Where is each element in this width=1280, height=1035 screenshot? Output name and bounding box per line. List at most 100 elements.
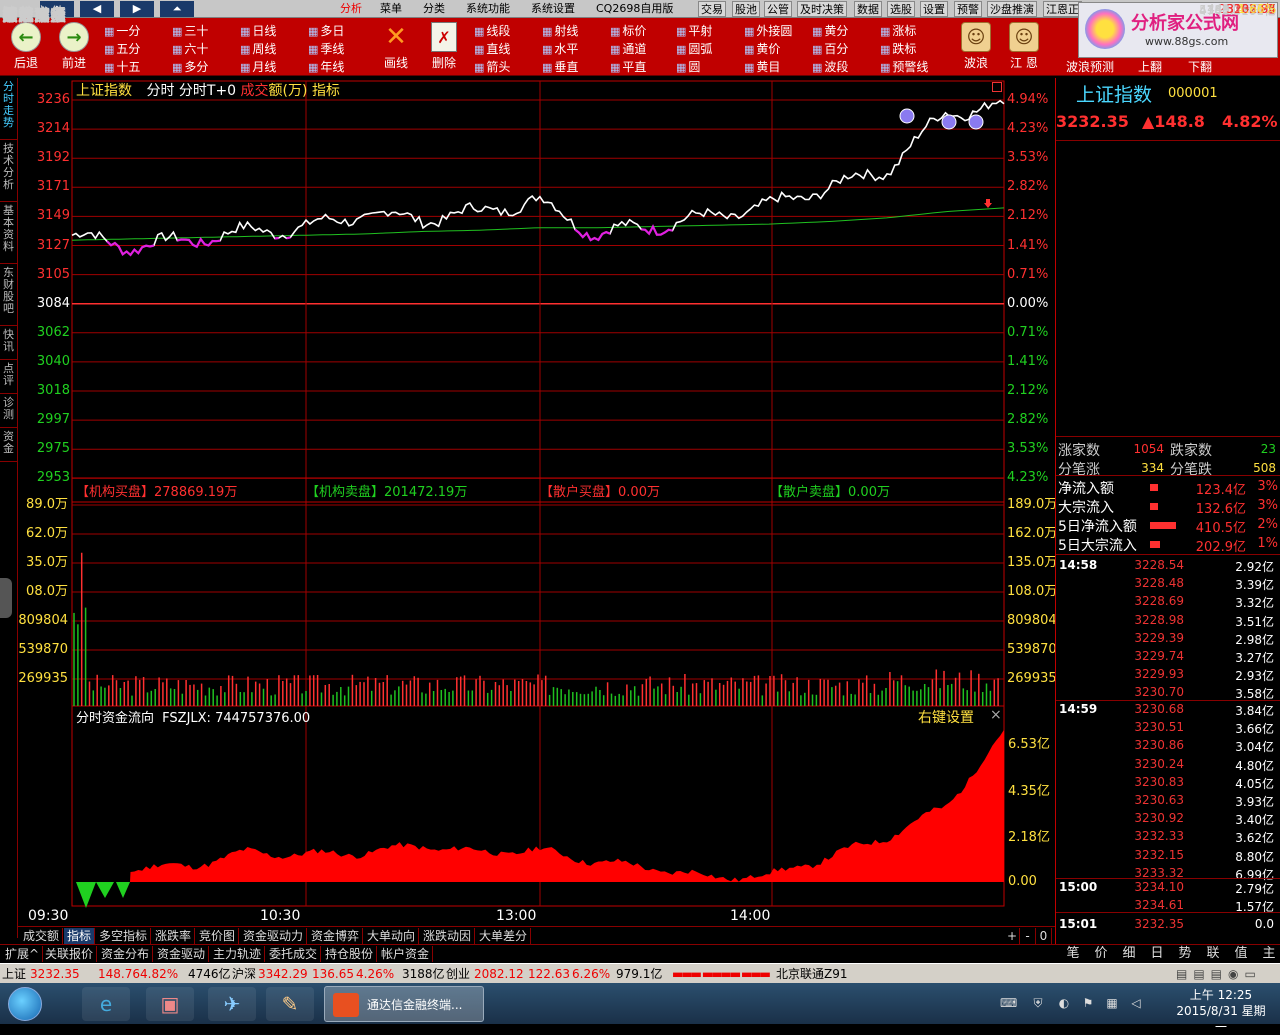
price-tick-right: 2.12%: [1007, 208, 1049, 224]
price-tick-right: 0.00%: [1007, 295, 1049, 311]
index-name: 上证指数: [76, 83, 132, 99]
indicator-tab[interactable]: 多空指标: [96, 928, 152, 944]
indicator-tab[interactable]: 资金博弈: [308, 928, 364, 944]
breadth-value: 508: [1253, 461, 1276, 475]
right-tab[interactable]: 主: [1254, 946, 1280, 962]
keyboard-icon[interactable]: ⌨: [1000, 995, 1017, 1011]
indicator-tab[interactable]: 涨跌动因: [420, 928, 476, 944]
network-icon[interactable]: ▦: [1104, 995, 1120, 1011]
right-tab[interactable]: 细: [1114, 946, 1144, 962]
cy-name[interactable]: 创业: [446, 964, 470, 984]
right-tab[interactable]: 值: [1226, 946, 1256, 962]
paint-icon[interactable]: ▣: [146, 987, 194, 1021]
quote-percent: 4.82%: [1222, 112, 1278, 131]
price-tick-left: 3127: [36, 237, 70, 253]
extension-tab[interactable]: 持仓股份: [322, 946, 378, 962]
netflow-bar: [1150, 484, 1158, 491]
netflow-value: 123.4亿: [1195, 483, 1246, 498]
ie-icon[interactable]: e: [82, 987, 130, 1021]
vol-tick-left: 08.0万: [26, 584, 68, 599]
extension-tab[interactable]: 帐户资金: [378, 946, 434, 962]
close-icon[interactable]: ×: [990, 707, 1002, 723]
right-tab[interactable]: 势: [1170, 946, 1200, 962]
cy-change: 122.63: [528, 967, 570, 981]
right-click-settings[interactable]: 右键设置: [918, 707, 974, 727]
indicator-ctrl-button[interactable]: 0: [1036, 928, 1052, 944]
tick-volume: 2.98亿: [1235, 632, 1274, 647]
bird-icon[interactable]: ✈: [208, 987, 256, 1021]
netflow-percent: 1%: [1257, 536, 1278, 551]
shield-icon[interactable]: ⛨: [1030, 995, 1046, 1011]
right-tab[interactable]: 价: [1086, 946, 1116, 962]
tick-volume: 3.66亿: [1235, 722, 1274, 737]
indicator-ctrl-button[interactable]: -: [1020, 928, 1036, 944]
price-tick-right: 2.82%: [1007, 179, 1049, 195]
taskbar: e ▣ ✈ ✎ 通达信金融终端... ⌨ ⛨ ◐ ⚑ ▦ ◁ 上午 12:25 …: [0, 983, 1280, 1034]
hs-name[interactable]: 沪深: [232, 964, 256, 984]
netflow-bar: [1150, 541, 1160, 548]
volume-icon[interactable]: ◁: [1128, 995, 1144, 1011]
institution-buy: 【机构买盘】278869.19万: [76, 485, 238, 500]
up-arrow-icon: [984, 199, 992, 208]
page-down-button[interactable]: 下翻: [1180, 58, 1220, 75]
indicator-tab[interactable]: 大单差分: [476, 928, 532, 944]
taskbar-app-tdx[interactable]: 通达信金融终端...: [324, 986, 484, 1022]
app-tray-icon[interactable]: ◐: [1056, 995, 1072, 1011]
wave-forecast-button[interactable]: 波浪预测: [1060, 58, 1120, 75]
indicator-tab[interactable]: 涨跌率: [152, 928, 196, 944]
extension-tab[interactable]: 资金分布: [98, 946, 154, 962]
sh-percent: 4.82%: [140, 967, 179, 981]
page-up-button[interactable]: 上翻: [1130, 58, 1170, 75]
logo-url: www.88gs.com: [1145, 35, 1229, 48]
right-tab[interactable]: 联: [1198, 946, 1228, 962]
flag-icon[interactable]: ⚑: [1080, 995, 1096, 1011]
fund-tick-right: 2.18亿: [1008, 830, 1050, 845]
vol-tick-right: 108.0万: [1007, 584, 1058, 599]
palette-icon[interactable]: ✎: [266, 987, 314, 1021]
quote-change: ▲148.8: [1142, 112, 1205, 131]
vol-tick-left: 269935: [18, 671, 68, 686]
price-tick-right: 0.71%: [1007, 324, 1049, 340]
extension-tab[interactable]: 主力轨迹: [210, 946, 266, 962]
tick-volume: 3.39亿: [1235, 578, 1274, 593]
tick-price: 3232.33: [1134, 829, 1184, 844]
indicator-ctrl-button[interactable]: +: [1004, 928, 1020, 944]
tick-volume: 3.04亿: [1235, 740, 1274, 755]
price-tick-left: 3214: [36, 121, 70, 137]
intraday-chart[interactable]: [0, 0, 1056, 926]
institution-sell: 【机构卖盘】201472.19万: [306, 485, 468, 500]
tick-volume: 3.27亿: [1235, 651, 1274, 665]
below-average-segment: [106, 240, 155, 257]
extension-tab[interactable]: 关联报价: [42, 946, 98, 962]
price-line: [71, 99, 1005, 257]
maximize-icon[interactable]: [992, 82, 1002, 92]
tick-volume: 3.84亿: [1235, 704, 1274, 718]
price-tick-right: 4.23%: [1007, 470, 1049, 486]
clock[interactable]: 上午 12:25 2015/8/31 星期一: [1176, 987, 1266, 1035]
price-tick-left: 3105: [36, 266, 70, 282]
vol-tick-left: 62.0万: [26, 526, 68, 541]
right-tab[interactable]: 笔: [1058, 946, 1088, 962]
hs-amount: 3188亿: [402, 967, 445, 981]
right-tab[interactable]: 日: [1142, 946, 1172, 962]
volume-bars: [73, 552, 999, 706]
indicator-tab[interactable]: 大单动向: [364, 928, 420, 944]
status-icons: ▤▤▤◉▭: [1176, 967, 1262, 981]
extension-tab[interactable]: 扩展^: [2, 946, 44, 962]
below-average-segment: [641, 224, 673, 236]
indicator-tab[interactable]: 资金驱动力: [240, 928, 308, 944]
extension-tab[interactable]: 委托成交: [266, 946, 322, 962]
retail-sell: 【散户卖盘】0.00万: [770, 485, 890, 500]
indicator-tab[interactable]: 指标: [64, 928, 96, 944]
extension-tab[interactable]: 资金驱动: [154, 946, 210, 962]
fund-negative-bar: [116, 882, 130, 898]
indicator-tab[interactable]: 成交额: [20, 928, 64, 944]
cy-percent: 6.26%: [572, 967, 611, 981]
purple-segments: [106, 224, 673, 257]
sh-name[interactable]: 上证: [2, 964, 26, 984]
vol-tick-left: 35.0万: [26, 555, 68, 570]
start-button[interactable]: [8, 987, 42, 1021]
vol-tick-right: 162.0万: [1007, 526, 1058, 541]
indicator-tab[interactable]: 竞价图: [196, 928, 240, 944]
price-tick-right: 0.71%: [1007, 266, 1049, 282]
